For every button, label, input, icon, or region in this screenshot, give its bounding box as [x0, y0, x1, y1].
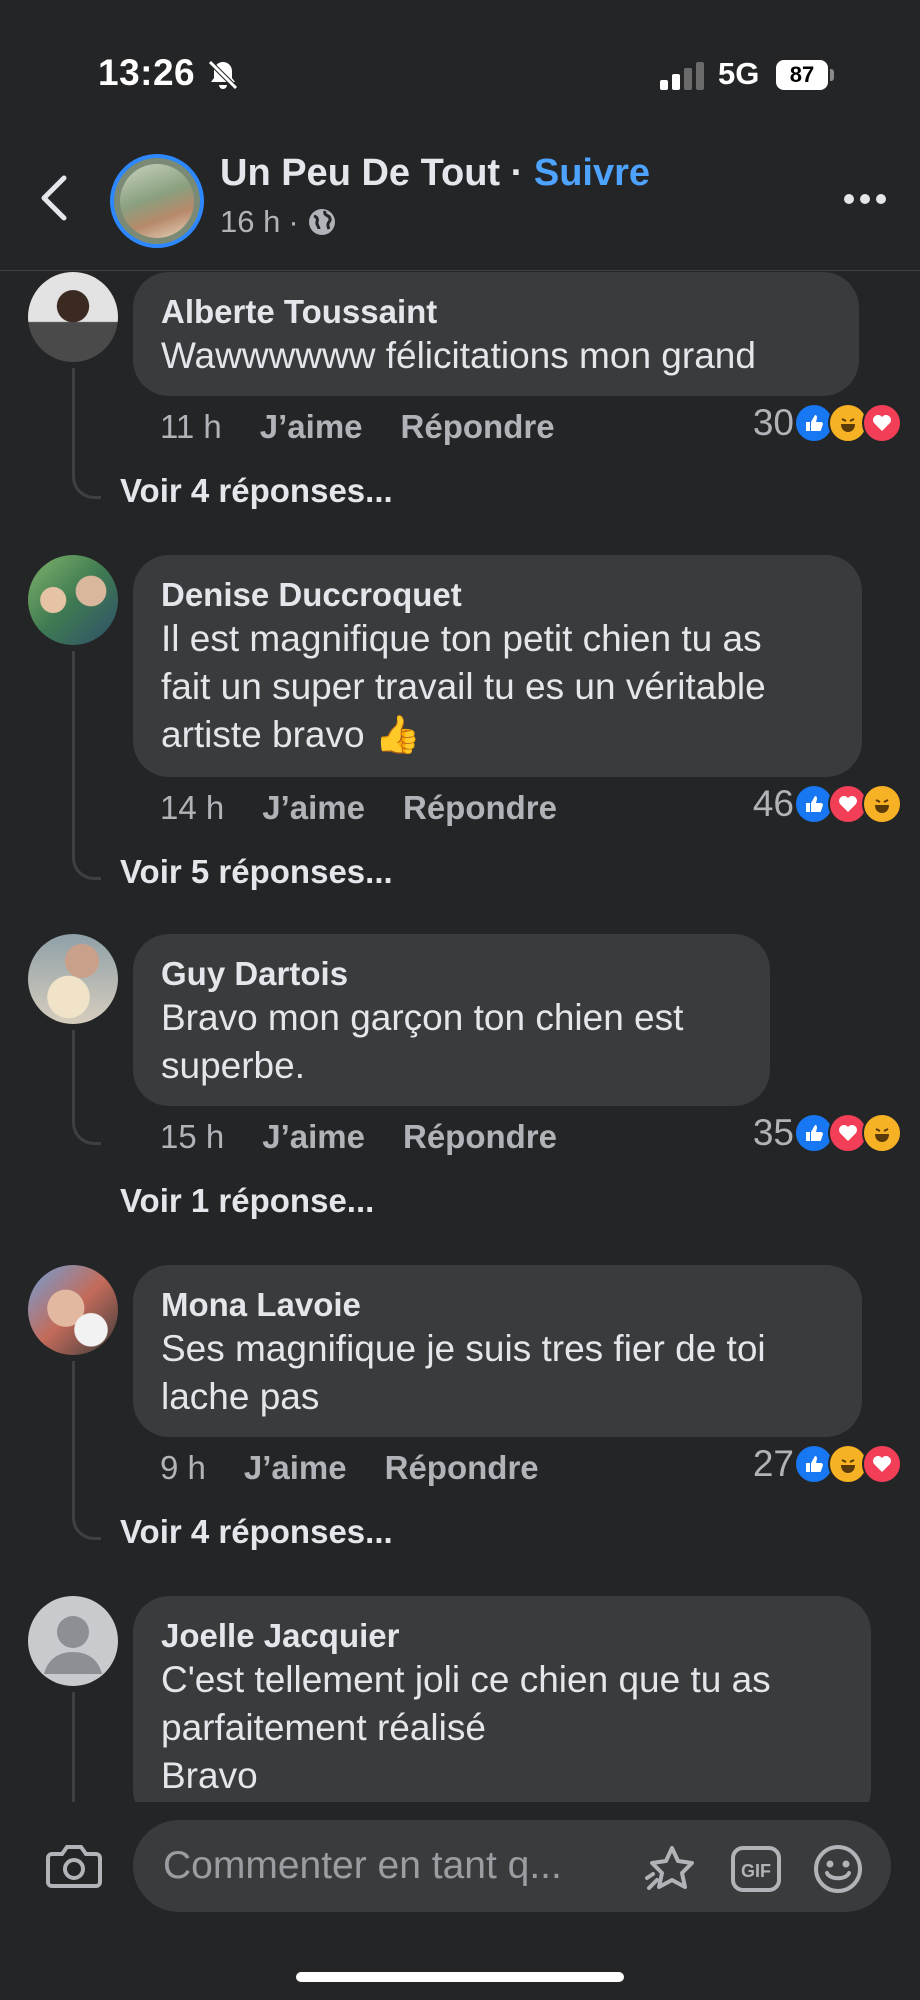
view-replies-link[interactable]: Voir 4 réponses... — [120, 472, 393, 510]
comment-author[interactable]: Joelle Jacquier — [161, 1616, 843, 1656]
reaction-summary[interactable]: 35 — [753, 1112, 902, 1154]
title-separator: · — [500, 152, 534, 194]
comment-text: Wawwwwww félicitations mon grand — [161, 335, 756, 376]
reply-button[interactable]: Répondre — [403, 789, 557, 827]
like-button[interactable]: J’aime — [262, 789, 365, 827]
meta-dot: · — [288, 204, 299, 239]
comment-actions: 11 h J’aime Répondre — [160, 408, 555, 446]
reply-button[interactable]: Répondre — [403, 1118, 557, 1156]
comment-bubble[interactable]: Guy Dartois Bravo mon garçon ton chien e… — [133, 934, 770, 1106]
home-indicator[interactable] — [296, 1972, 624, 1982]
avatar[interactable] — [28, 1265, 118, 1355]
comment-text: Ses magnifique je suis tres fier de toi … — [161, 1328, 766, 1417]
sticker-icon[interactable] — [645, 1842, 699, 1896]
thread-line — [72, 1361, 101, 1540]
thread-line — [72, 651, 101, 880]
reaction-count: 27 — [752, 1443, 794, 1484]
page-avatar[interactable] — [110, 154, 204, 248]
emoji-icon[interactable] — [811, 1842, 865, 1896]
like-button[interactable]: J’aime — [260, 408, 363, 446]
status-time: 13:26 — [98, 52, 196, 93]
comment-bubble[interactable]: Denise Duccroquet Il est magnifique ton … — [133, 555, 862, 777]
post-header: Un Peu De Tout · Suivre 16 h · — [0, 140, 920, 271]
signal-icon — [660, 62, 704, 90]
comment-author[interactable]: Alberte Toussaint — [161, 292, 831, 332]
view-replies-link[interactable]: Voir 1 réponse... — [120, 1182, 374, 1220]
comment-time: 15 h — [160, 1118, 225, 1155]
battery-level: 87 — [789, 62, 815, 87]
camera-icon[interactable] — [46, 1842, 102, 1890]
comment-text: C'est tellement joli ce chien que tu as … — [161, 1659, 771, 1796]
like-button[interactable]: J’aime — [262, 1118, 365, 1156]
comment-actions: 15 h J’aime Répondre — [160, 1118, 557, 1156]
thread-line — [72, 1030, 101, 1145]
thread-line — [72, 368, 101, 499]
svg-text:GIF: GIF — [741, 1861, 771, 1881]
avatar[interactable] — [28, 555, 118, 645]
comment-actions: 14 h J’aime Répondre — [160, 789, 557, 827]
reply-button[interactable]: Répondre — [401, 408, 555, 446]
reaction-count: 30 — [752, 402, 794, 443]
comment-time: 11 h — [160, 408, 222, 445]
battery-icon: 87 — [776, 60, 836, 90]
comment-text: Il est magnifique ton petit chien tu as … — [161, 618, 766, 755]
comment-placeholder: Commenter en tant q... — [163, 1844, 562, 1887]
comment-author[interactable]: Denise Duccroquet — [161, 575, 834, 615]
page-name[interactable]: Un Peu De Tout — [220, 152, 500, 194]
reaction-summary[interactable]: 46 — [753, 783, 902, 825]
haha-reaction-icon — [862, 1113, 902, 1153]
reaction-summary[interactable]: 30 — [753, 402, 902, 444]
avatar[interactable] — [28, 1596, 118, 1686]
comment-bubble[interactable]: Joelle Jacquier C'est tellement joli ce … — [133, 1596, 871, 1802]
gif-icon[interactable]: GIF — [729, 1842, 783, 1896]
reaction-count: 46 — [752, 783, 794, 824]
comment-item: Joelle Jacquier C'est tellement joli ce … — [0, 1596, 920, 1802]
comment-time: 9 h — [160, 1449, 206, 1486]
view-replies-link[interactable]: Voir 5 réponses... — [120, 853, 393, 891]
follow-button[interactable]: Suivre — [534, 152, 650, 194]
comment-time: 14 h — [160, 789, 225, 826]
comment-input[interactable]: Commenter en tant q... GIF — [133, 1820, 891, 1912]
view-replies-link[interactable]: Voir 4 réponses... — [120, 1513, 393, 1551]
page-title: Un Peu De Tout · Suivre — [220, 152, 650, 195]
reaction-summary[interactable]: 27 — [753, 1443, 902, 1485]
love-reaction-icon — [862, 403, 902, 443]
avatar[interactable] — [28, 934, 118, 1024]
status-bar: 13:26 5G 87 — [0, 0, 920, 140]
reply-button[interactable]: Répondre — [385, 1449, 539, 1487]
more-horizontal-icon[interactable] — [842, 192, 888, 206]
post-meta: 16 h · — [220, 204, 337, 240]
bell-off-icon — [208, 60, 238, 90]
comment-author[interactable]: Mona Lavoie — [161, 1285, 834, 1325]
reaction-count: 35 — [752, 1112, 794, 1153]
avatar[interactable] — [28, 272, 118, 362]
haha-reaction-icon — [862, 784, 902, 824]
love-reaction-icon — [862, 1444, 902, 1484]
thread-line — [72, 1692, 101, 1802]
comment-text: Bravo mon garçon ton chien est superbe. — [161, 997, 684, 1086]
comment-bubble[interactable]: Alberte Toussaint Wawwwwww félicitations… — [133, 272, 859, 396]
chevron-left-icon[interactable] — [36, 172, 72, 224]
default-avatar-icon — [44, 1616, 102, 1674]
comment-bubble[interactable]: Mona Lavoie Ses magnifique je suis tres … — [133, 1265, 862, 1437]
comment-composer: Commenter en tant q... GIF — [0, 1812, 920, 1922]
comment-actions: 9 h J’aime Répondre — [160, 1449, 539, 1487]
network-type: 5G — [718, 56, 760, 91]
post-age: 16 h — [220, 204, 281, 239]
like-button[interactable]: J’aime — [244, 1449, 347, 1487]
comment-author[interactable]: Guy Dartois — [161, 954, 742, 994]
globe-icon — [308, 209, 335, 235]
